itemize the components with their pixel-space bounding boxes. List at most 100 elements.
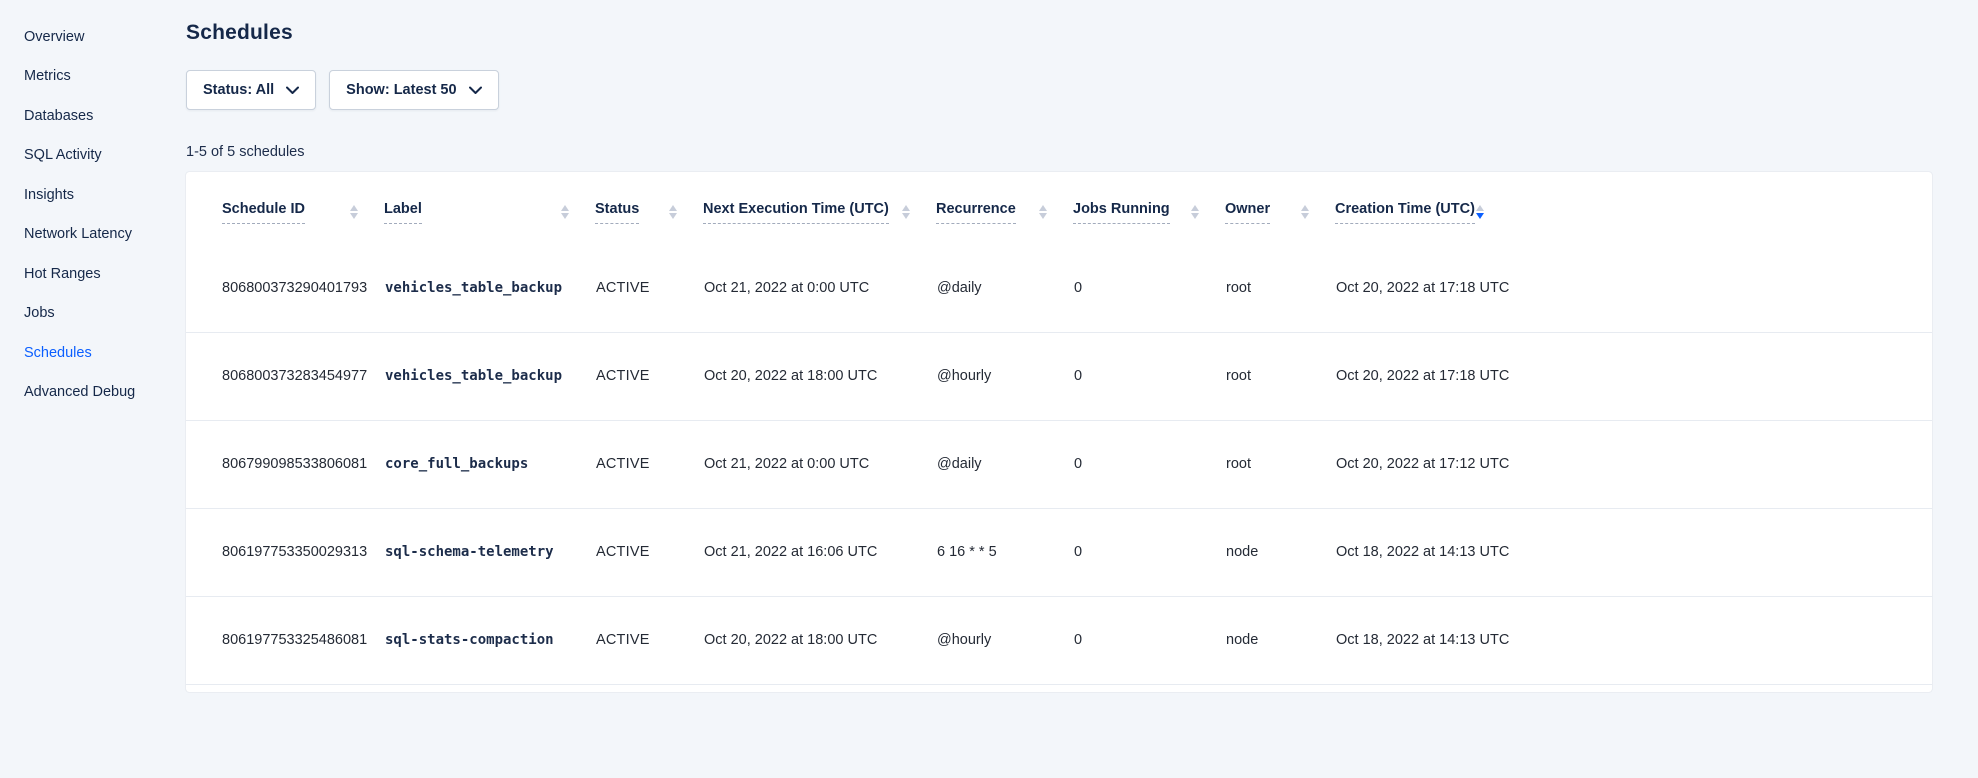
- sidebar-item-advanced-debug[interactable]: Advanced Debug: [0, 373, 186, 413]
- column-header-status[interactable]: Status: [595, 172, 703, 244]
- sidebar-item-databases[interactable]: Databases: [0, 96, 186, 136]
- cell-owner: root: [1225, 244, 1335, 332]
- column-header-schedule-id[interactable]: Schedule ID: [186, 172, 384, 244]
- cell-owner: root: [1225, 420, 1335, 508]
- cell-recurrence: @daily: [936, 420, 1073, 508]
- cell-schedule-id: 806800373283454977: [186, 332, 384, 420]
- cell-status: ACTIVE: [595, 508, 703, 596]
- sidebar-item-sql-activity[interactable]: SQL Activity: [0, 136, 186, 176]
- cell-label: vehicles_table_backup: [384, 244, 595, 332]
- main-content: Schedules Status: All Show: Latest 50 1-…: [186, 0, 1978, 778]
- cell-label: core_full_backups: [384, 420, 595, 508]
- caret-up-icon: [1039, 205, 1047, 211]
- cell-next-execution: Oct 20, 2022 at 18:00 UTC: [703, 332, 936, 420]
- column-label: Recurrence: [936, 201, 1016, 224]
- column-label: Creation Time (UTC): [1335, 201, 1475, 224]
- sort-icon[interactable]: [1191, 205, 1199, 219]
- caret-down-icon: [350, 213, 358, 219]
- sort-icon[interactable]: [1039, 205, 1047, 219]
- schedules-table: Schedule ID LabelStatus Next Execution Tim…: [186, 172, 1932, 685]
- column-label: Schedule ID: [222, 201, 305, 224]
- cell-label: vehicles_table_backup: [384, 332, 595, 420]
- cell-filler: [1510, 420, 1932, 508]
- cell-schedule-id: 806197753325486081: [186, 596, 384, 684]
- show-filter-label: Show: Latest 50: [346, 82, 456, 98]
- cell-jobs-running: 0: [1073, 332, 1225, 420]
- cell-filler: [1510, 508, 1932, 596]
- cell-owner: root: [1225, 332, 1335, 420]
- cell-creation-time: Oct 20, 2022 at 17:12 UTC: [1335, 420, 1510, 508]
- table-row: 806799098533806081core_full_backupsACTIV…: [186, 420, 1932, 508]
- cell-filler: [1510, 596, 1932, 684]
- sort-icon[interactable]: [1301, 205, 1309, 219]
- sidebar-item-hot-ranges[interactable]: Hot Ranges: [0, 254, 186, 294]
- column-header-owner[interactable]: Owner: [1225, 172, 1335, 244]
- cell-owner: node: [1225, 508, 1335, 596]
- column-header-creation-time-utc[interactable]: Creation Time (UTC): [1335, 172, 1510, 244]
- cell-next-execution: Oct 20, 2022 at 18:00 UTC: [703, 596, 936, 684]
- chevron-down-icon: [469, 86, 482, 95]
- table-body: 806800373290401793vehicles_table_backupA…: [186, 244, 1932, 684]
- caret-down-icon: [1301, 213, 1309, 219]
- cell-filler: [1510, 332, 1932, 420]
- caret-up-icon: [350, 205, 358, 211]
- caret-up-icon: [1476, 205, 1484, 211]
- cell-recurrence: 6 16 * * 5: [936, 508, 1073, 596]
- column-header-label[interactable]: Label: [384, 172, 595, 244]
- sort-icon[interactable]: [1476, 205, 1484, 219]
- app-layout: OverviewMetricsDatabasesSQL ActivityInsi…: [0, 0, 1978, 778]
- chevron-down-icon: [286, 86, 299, 95]
- sidebar-item-network-latency[interactable]: Network Latency: [0, 215, 186, 255]
- sidebar-item-metrics[interactable]: Metrics: [0, 57, 186, 97]
- caret-down-icon: [561, 213, 569, 219]
- cell-label: sql-stats-compaction: [384, 596, 595, 684]
- caret-up-icon: [902, 205, 910, 211]
- sort-icon[interactable]: [350, 205, 358, 219]
- cell-creation-time: Oct 18, 2022 at 14:13 UTC: [1335, 596, 1510, 684]
- column-header-recurrence[interactable]: Recurrence: [936, 172, 1073, 244]
- caret-up-icon: [669, 205, 677, 211]
- cell-schedule-id: 806800373290401793: [186, 244, 384, 332]
- caret-down-icon: [1039, 213, 1047, 219]
- table-row: 806197753350029313sql-schema-telemetryAC…: [186, 508, 1932, 596]
- table-row: 806800373283454977vehicles_table_backupA…: [186, 332, 1932, 420]
- cell-next-execution: Oct 21, 2022 at 16:06 UTC: [703, 508, 936, 596]
- sidebar-item-insights[interactable]: Insights: [0, 175, 186, 215]
- sort-icon[interactable]: [902, 205, 910, 219]
- schedules-table-card: Schedule ID LabelStatus Next Execution Tim…: [186, 172, 1932, 692]
- results-count: 1-5 of 5 schedules: [186, 144, 1978, 160]
- cell-jobs-running: 0: [1073, 420, 1225, 508]
- caret-down-icon: [902, 213, 910, 219]
- caret-up-icon: [1191, 205, 1199, 211]
- show-filter-dropdown[interactable]: Show: Latest 50: [329, 70, 498, 110]
- column-label: Status: [595, 201, 639, 224]
- cell-owner: node: [1225, 596, 1335, 684]
- caret-down-icon: [1476, 213, 1484, 219]
- table-header-row: Schedule ID LabelStatus Next Execution Tim…: [186, 172, 1932, 244]
- sidebar-item-overview[interactable]: Overview: [0, 17, 186, 57]
- sort-icon[interactable]: [561, 205, 569, 219]
- sidebar-item-jobs[interactable]: Jobs: [0, 294, 186, 334]
- sidebar-item-schedules[interactable]: Schedules: [0, 333, 186, 373]
- column-label: Jobs Running: [1073, 201, 1170, 224]
- cell-jobs-running: 0: [1073, 244, 1225, 332]
- cell-status: ACTIVE: [595, 332, 703, 420]
- caret-up-icon: [561, 205, 569, 211]
- cell-next-execution: Oct 21, 2022 at 0:00 UTC: [703, 420, 936, 508]
- cell-label: sql-schema-telemetry: [384, 508, 595, 596]
- caret-up-icon: [1301, 205, 1309, 211]
- table-row: 806197753325486081sql-stats-compactionAC…: [186, 596, 1932, 684]
- cell-jobs-running: 0: [1073, 508, 1225, 596]
- column-label: Owner: [1225, 201, 1270, 224]
- cell-next-execution: Oct 21, 2022 at 0:00 UTC: [703, 244, 936, 332]
- sort-icon[interactable]: [669, 205, 677, 219]
- column-header-filler: [1510, 172, 1932, 244]
- column-header-next-execution-time-utc[interactable]: Next Execution Time (UTC): [703, 172, 936, 244]
- status-filter-dropdown[interactable]: Status: All: [186, 70, 316, 110]
- sidebar-nav: OverviewMetricsDatabasesSQL ActivityInsi…: [0, 0, 186, 778]
- cell-recurrence: @hourly: [936, 332, 1073, 420]
- cell-status: ACTIVE: [595, 420, 703, 508]
- cell-recurrence: @daily: [936, 244, 1073, 332]
- cell-schedule-id: 806799098533806081: [186, 420, 384, 508]
- column-header-jobs-running[interactable]: Jobs Running: [1073, 172, 1225, 244]
